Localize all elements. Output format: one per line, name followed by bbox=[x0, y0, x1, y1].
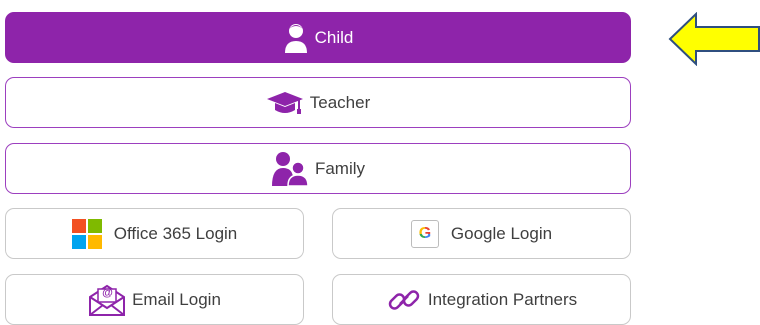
child-label: Child bbox=[314, 27, 354, 47]
google-g-glyph: G bbox=[418, 224, 432, 242]
at-sign-glyph: @ bbox=[102, 286, 113, 299]
microsoft-logo-icon bbox=[71, 218, 102, 249]
family-icon bbox=[271, 151, 309, 187]
office-365-login-button[interactable]: Office 365 Login bbox=[5, 208, 304, 259]
integration-partners-button[interactable]: Integration Partners bbox=[332, 274, 631, 325]
office-365-label: Office 365 Login bbox=[113, 223, 238, 243]
family-label: Family bbox=[314, 158, 366, 178]
google-logo-icon: G bbox=[410, 219, 439, 248]
link-chain-icon bbox=[386, 283, 422, 317]
graduation-cap-icon bbox=[266, 90, 304, 116]
child-role-button[interactable]: Child bbox=[5, 12, 631, 63]
integration-partners-label: Integration Partners bbox=[427, 289, 578, 309]
email-login-label: Email Login bbox=[132, 289, 221, 309]
google-login-button[interactable]: G Google Login bbox=[332, 208, 631, 259]
left-arrow-icon bbox=[668, 12, 760, 66]
teacher-role-button[interactable]: Teacher bbox=[5, 77, 631, 128]
teacher-label: Teacher bbox=[309, 92, 371, 112]
family-role-button[interactable]: Family bbox=[5, 143, 631, 194]
email-login-button[interactable]: @ Email Login bbox=[5, 274, 304, 325]
envelope-icon: @ bbox=[88, 283, 126, 317]
child-icon bbox=[283, 22, 309, 54]
google-login-label: Google Login bbox=[450, 223, 553, 243]
